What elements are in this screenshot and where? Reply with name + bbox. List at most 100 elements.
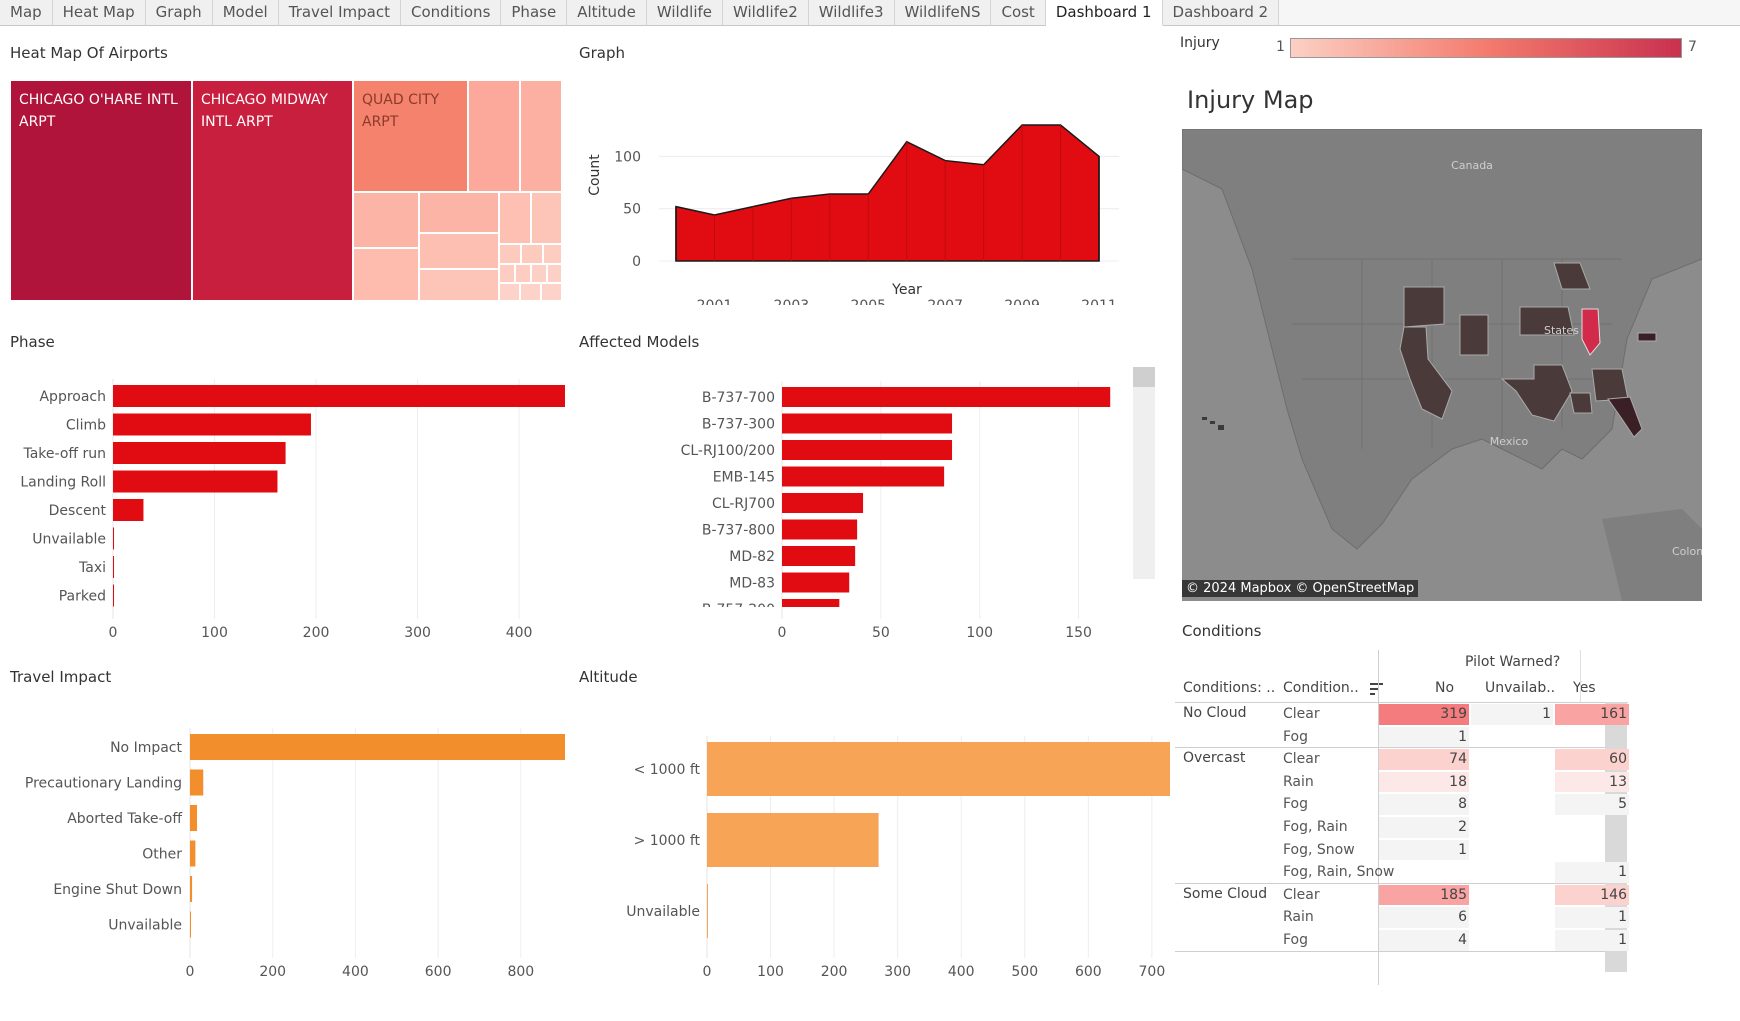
models-bar[interactable] — [782, 440, 953, 460]
treemap-cell[interactable] — [499, 264, 515, 283]
models-bar[interactable] — [782, 519, 858, 540]
models-bar-chart[interactable]: B-737-700 B-737-300 CL-RJ100/200 EMB-145 CL-… — [570, 355, 1170, 655]
travel-bar[interactable] — [190, 876, 193, 902]
altitude-bar[interactable] — [707, 813, 879, 867]
cell-value-yes[interactable]: 1 — [1547, 932, 1627, 948]
treemap-cell[interactable] — [499, 283, 520, 301]
cell-value-yes[interactable]: 1 — [1547, 864, 1627, 880]
models-scrollbar-thumb[interactable] — [1133, 367, 1155, 387]
cell-value-no[interactable]: 319 — [1387, 706, 1467, 722]
treemap-cell[interactable] — [541, 283, 562, 301]
treemap-cell[interactable] — [547, 264, 562, 283]
cell-value-yes[interactable]: 161 — [1547, 706, 1627, 722]
phase-bar[interactable] — [113, 413, 311, 436]
treemap-cell-quad-city[interactable]: QUAD CITY ARPT — [353, 80, 468, 192]
map-canvas[interactable]: Canada States Mexico Colomb — [1182, 129, 1702, 601]
models-bar[interactable] — [782, 599, 840, 619]
treemap-cell[interactable] — [499, 192, 531, 244]
tab-dashboard-1[interactable]: Dashboard 1 — [1045, 0, 1163, 26]
travel-bar[interactable] — [190, 734, 565, 760]
injury-color-legend[interactable] — [1290, 38, 1682, 58]
map-attribution[interactable]: © 2024 Mapbox © OpenStreetMap — [1182, 580, 1419, 597]
phase-bar[interactable] — [113, 499, 144, 521]
cell-value-no[interactable]: 185 — [1387, 887, 1467, 903]
tab-dashboard-2[interactable]: Dashboard 2 — [1162, 0, 1280, 25]
cell-value-yes[interactable]: 1 — [1547, 909, 1627, 925]
models-bar[interactable] — [782, 546, 856, 566]
phase-bar[interactable] — [113, 442, 286, 464]
treemap-cell[interactable] — [520, 283, 541, 301]
airport-treemap[interactable]: CHICAGO O'HARE INTL ARPT CHICAGO MIDWAY … — [10, 80, 562, 301]
tab-wildlifens[interactable]: WildlifeNS — [894, 0, 992, 25]
models-scrollbar[interactable] — [1133, 367, 1155, 579]
tab-heat-map[interactable]: Heat Map — [52, 0, 146, 25]
models-bar[interactable] — [782, 493, 864, 513]
models-bar[interactable] — [782, 572, 850, 593]
tab-map[interactable]: Map — [0, 0, 53, 25]
models-bar[interactable] — [782, 413, 953, 434]
phase-bar[interactable] — [113, 527, 115, 550]
cell-value-unavailable[interactable]: 1 — [1471, 706, 1551, 722]
cell-value-yes[interactable]: 60 — [1547, 751, 1627, 767]
treemap-cell[interactable] — [468, 80, 520, 192]
travel-bar[interactable] — [190, 840, 196, 867]
state-washington-oregon[interactable] — [1403, 286, 1445, 328]
travel-bar[interactable] — [190, 911, 191, 938]
treemap-cell[interactable] — [515, 264, 531, 283]
treemap-cell[interactable] — [419, 233, 499, 269]
treemap-cell[interactable] — [353, 192, 419, 248]
conditions-col2-header[interactable]: Condition.. — [1283, 680, 1359, 696]
cell-value-no[interactable]: 18 — [1387, 774, 1467, 790]
graph-area-series[interactable] — [675, 124, 1100, 262]
state-louisiana[interactable] — [1569, 392, 1593, 414]
cell-value-yes[interactable]: 5 — [1547, 796, 1627, 812]
treemap-cell-ohare[interactable]: CHICAGO O'HARE INTL ARPT — [10, 80, 192, 301]
treemap-cell-midway[interactable]: CHICAGO MIDWAY INTL ARPT — [192, 80, 353, 301]
tab-phase[interactable]: Phase — [501, 0, 568, 25]
phase-bar[interactable] — [113, 556, 115, 578]
cell-value-no[interactable]: 8 — [1387, 796, 1467, 812]
year-area-chart[interactable]: 0 50 100 2001 2003 2005 2007 2009 2011 Count Ye… — [579, 70, 1169, 305]
conditions-col1-header[interactable]: Conditions: .. — [1183, 680, 1275, 696]
state-alabama-georgia[interactable] — [1591, 368, 1629, 402]
treemap-cell[interactable] — [419, 269, 499, 301]
cell-value-no[interactable]: 74 — [1387, 751, 1467, 767]
treemap-cell[interactable] — [353, 248, 419, 301]
travel-bar[interactable] — [190, 805, 198, 831]
tab-graph[interactable]: Graph — [145, 0, 213, 25]
state-maryland[interactable] — [1637, 332, 1657, 342]
altitude-bar-chart[interactable]: < 1000 ft > 1000 ft Unvailable 0 100 200 300 40… — [570, 690, 1170, 990]
cell-value-yes[interactable]: 146 — [1547, 887, 1627, 903]
state-utah[interactable] — [1459, 314, 1489, 356]
treemap-cell[interactable] — [419, 192, 499, 233]
tab-cost[interactable]: Cost — [991, 0, 1046, 25]
models-bar[interactable] — [782, 387, 1111, 407]
tab-wildlife[interactable]: Wildlife — [646, 0, 724, 25]
tab-model[interactable]: Model — [212, 0, 279, 25]
tab-travel-impact[interactable]: Travel Impact — [278, 0, 401, 25]
conditions-table[interactable]: Pilot Warned? Conditions: .. Condition.. No… — [1175, 650, 1655, 985]
phase-bar[interactable] — [113, 470, 278, 493]
cell-value-no[interactable]: 2 — [1387, 819, 1467, 835]
cell-value-no[interactable]: 1 — [1387, 729, 1467, 745]
sort-descending-icon[interactable] — [1370, 683, 1384, 695]
phase-bar-chart[interactable]: Approach Climb Take-off run Landing Roll Des… — [0, 355, 565, 655]
treemap-cell[interactable] — [499, 244, 521, 264]
cell-value-no[interactable]: 6 — [1387, 909, 1467, 925]
tab-wildlife3[interactable]: Wildlife3 — [808, 0, 895, 25]
tab-wildlife2[interactable]: Wildlife2 — [723, 0, 809, 25]
travel-impact-bar-chart[interactable]: No Impact Precautionary Landing Aborted Ta… — [0, 690, 565, 990]
treemap-cell[interactable] — [520, 80, 562, 192]
models-bar[interactable] — [782, 466, 945, 487]
injury-map[interactable]: Canada States Mexico Colomb — [1182, 129, 1702, 601]
travel-bar[interactable] — [190, 769, 204, 796]
treemap-cell[interactable] — [531, 264, 547, 283]
phase-bar[interactable] — [113, 385, 565, 407]
treemap-cell[interactable] — [543, 244, 562, 264]
altitude-bar[interactable] — [707, 884, 708, 938]
treemap-cell[interactable] — [531, 192, 562, 244]
cell-value-no[interactable]: 4 — [1387, 932, 1467, 948]
tab-conditions[interactable]: Conditions — [400, 0, 502, 25]
tab-altitude[interactable]: Altitude — [567, 0, 647, 25]
treemap-cell[interactable] — [521, 244, 543, 264]
